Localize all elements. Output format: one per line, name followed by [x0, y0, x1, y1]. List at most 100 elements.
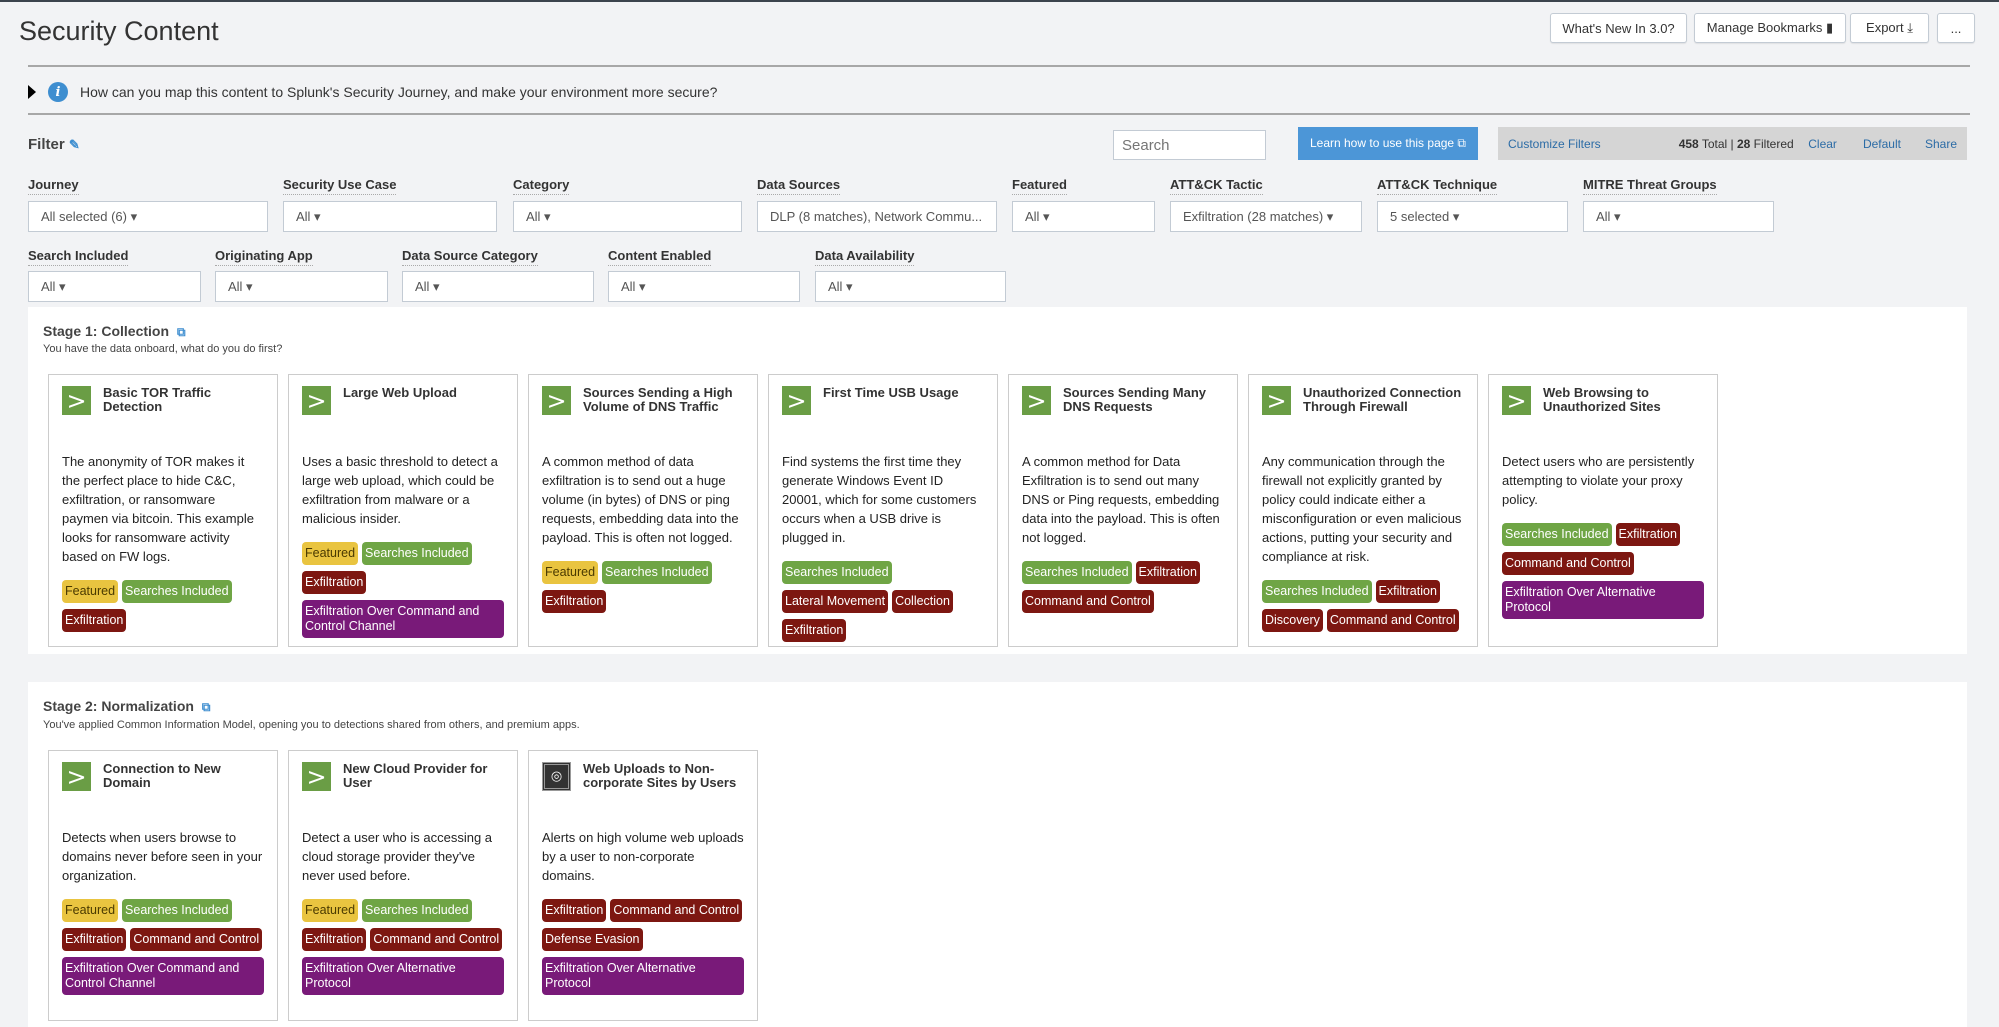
tag-technique[interactable]: Exfiltration Over Command and Control Ch…	[302, 600, 504, 638]
card-title: New Cloud Provider for User	[343, 761, 488, 790]
stage-2-panel: Stage 2: Normalization ⧉ You've applied C…	[28, 682, 1967, 1027]
tag-searches[interactable]: Searches Included	[1022, 561, 1132, 584]
external-link-icon[interactable]: ⧉	[202, 700, 211, 714]
filter-dropdown[interactable]: All selected (6) ▾	[28, 201, 268, 232]
filter-dropdown[interactable]: All ▾	[1583, 201, 1774, 232]
info-icon: i	[48, 82, 68, 102]
share-link[interactable]: Share	[1925, 137, 1957, 151]
content-card[interactable]: ◎ Web Uploads to Non-corporate Sites by U…	[528, 750, 758, 1021]
tag-tactic[interactable]: Exfiltration	[1135, 561, 1200, 584]
tag-searches[interactable]: Searches Included	[122, 899, 232, 922]
tag-tactic[interactable]: Command and Control	[610, 899, 743, 922]
content-card[interactable]: > New Cloud Provider for User Detect a us…	[288, 750, 518, 1021]
tag-tactic[interactable]: Exfiltration	[1375, 580, 1440, 603]
card-description: Any communication through the firewall n…	[1262, 454, 1462, 564]
tag-searches[interactable]: Searches Included	[1502, 523, 1612, 546]
tag-tactic[interactable]: Exfiltration	[782, 619, 847, 642]
tag-searches[interactable]: Searches Included	[602, 561, 712, 584]
tag-searches[interactable]: Searches Included	[362, 899, 472, 922]
filter-dropdown[interactable]: All ▾	[283, 201, 497, 232]
tag-tactic[interactable]: Collection	[892, 590, 953, 613]
chevron-right-icon: >	[782, 386, 811, 415]
filter-dropdown[interactable]: 5 selected ▾	[1377, 201, 1568, 232]
content-card[interactable]: > Web Browsing to Unauthorized Sites Dete…	[1488, 374, 1718, 647]
card-title: Basic TOR Traffic Detection	[103, 385, 212, 414]
tag-tactic[interactable]: Exfiltration	[542, 590, 607, 613]
filter-label: Journey	[28, 177, 79, 195]
filter-dropdown[interactable]: All ▾	[402, 271, 594, 302]
tag-technique[interactable]: Exfiltration Over Alternative Protocol	[542, 957, 744, 995]
tag-featured[interactable]: Featured	[62, 899, 119, 922]
content-card[interactable]: > First Time USB Usage Find systems the f…	[768, 374, 998, 647]
card-description: Detects when users browse to domains nev…	[62, 830, 263, 883]
export-button[interactable]: Export ⤓	[1850, 13, 1929, 43]
chevron-right-icon: >	[1262, 386, 1291, 415]
card-description: Detect a user who is accessing a cloud s…	[302, 830, 493, 883]
chevron-right-icon: >	[62, 386, 91, 415]
manage-bookmarks-button[interactable]: Manage Bookmarks ▮	[1694, 13, 1846, 43]
external-link-icon[interactable]: ⧉	[177, 325, 186, 339]
filter-dropdown[interactable]: All ▾	[28, 271, 201, 302]
filter-dropdown[interactable]: DLP (8 matches), Network Commu...	[757, 201, 997, 232]
tag-tactic[interactable]: Exfiltration	[542, 899, 607, 922]
filter-dropdown[interactable]: All ▾	[1012, 201, 1155, 232]
tag-searches[interactable]: Searches Included	[1262, 580, 1372, 603]
stage-title: Stage 2: Normalization ⧉	[43, 698, 211, 714]
search-input[interactable]	[1113, 130, 1266, 160]
content-card[interactable]: > Sources Sending Many DNS Requests A com…	[1008, 374, 1238, 647]
card-title: Connection to New Domain	[103, 761, 221, 790]
content-card[interactable]: > Basic TOR Traffic Detection The anonymi…	[48, 374, 278, 647]
tag-tactic[interactable]: Exfiltration	[1615, 523, 1680, 546]
tag-tactic[interactable]: Command and Control	[370, 928, 503, 951]
tag-tactic[interactable]: Command and Control	[1022, 590, 1154, 613]
filter-label: ATT&CK Technique	[1377, 177, 1498, 195]
tag-tactic[interactable]: Command and Control	[1502, 552, 1634, 575]
default-link[interactable]: Default	[1863, 137, 1901, 151]
tag-featured[interactable]: Featured	[302, 899, 359, 922]
filter-dropdown[interactable]: All ▾	[215, 271, 388, 302]
card-description: Alerts on high volume web uploads by a u…	[542, 830, 744, 883]
tag-featured[interactable]: Featured	[62, 580, 119, 603]
tag-tactic[interactable]: Exfiltration	[62, 928, 127, 951]
tag-featured[interactable]: Featured	[542, 561, 599, 584]
content-card[interactable]: > Sources Sending a High Volume of DNS Tr…	[528, 374, 758, 647]
tag-tactic[interactable]: Command and Control	[130, 928, 263, 951]
filter-label: ATT&CK Tactic	[1170, 177, 1263, 195]
card-description: The anonymity of TOR makes it the perfec…	[62, 454, 254, 564]
tag-technique[interactable]: Exfiltration Over Alternative Protocol	[1502, 581, 1704, 619]
clear-link[interactable]: Clear	[1808, 137, 1837, 151]
filter-label: Filter	[28, 136, 65, 153]
tag-technique[interactable]: Exfiltration Over Alternative Protocol	[302, 957, 504, 995]
filter-dropdown[interactable]: All ▾	[608, 271, 800, 302]
customize-filters-link[interactable]: Customize Filters	[1508, 137, 1601, 151]
content-card[interactable]: > Unauthorized Connection Through Firewal…	[1248, 374, 1478, 647]
filter-label: Data Availability	[815, 248, 915, 266]
content-card[interactable]: > Large Web Upload Uses a basic threshold…	[288, 374, 518, 647]
filter-dropdown[interactable]: All ▾	[513, 201, 742, 232]
tag-searches[interactable]: Searches Included	[782, 561, 892, 584]
tag-tactic[interactable]: Command and Control	[1326, 609, 1459, 632]
tag-tactic[interactable]: Discovery	[1262, 609, 1323, 632]
tag-tactic[interactable]: Exfiltration	[302, 928, 367, 951]
info-expander[interactable]: i How can you map this content to Splunk…	[28, 82, 717, 102]
filter-dropdown[interactable]: All ▾	[815, 271, 1006, 302]
learn-how-button[interactable]: Learn how to use this page ⧉	[1298, 127, 1478, 160]
tag-featured[interactable]: Featured	[302, 542, 359, 565]
filter-label: Data Source Category	[402, 248, 538, 266]
tag-tactic[interactable]: Defense Evasion	[542, 928, 643, 951]
pencil-icon[interactable]: ✎	[69, 137, 80, 152]
tag-tactic[interactable]: Exfiltration	[62, 609, 127, 632]
more-button[interactable]: ...	[1937, 13, 1975, 43]
whats-new-button[interactable]: What's New In 3.0?	[1550, 13, 1687, 43]
tag-technique[interactable]: Exfiltration Over Command and Control Ch…	[62, 957, 264, 995]
card-description: A common method for Data Exfiltration is…	[1022, 454, 1220, 545]
filter-heading: Filter ✎	[28, 136, 80, 153]
tag-tactic[interactable]: Exfiltration	[302, 571, 367, 594]
tag-searches[interactable]: Searches Included	[122, 580, 232, 603]
content-card[interactable]: > Connection to New Domain Detects when u…	[48, 750, 278, 1021]
tag-searches[interactable]: Searches Included	[362, 542, 472, 565]
expand-triangle-icon[interactable]	[28, 85, 36, 99]
tag-tactic[interactable]: Lateral Movement	[782, 590, 889, 613]
filter-dropdown[interactable]: Exfiltration (28 matches) ▾	[1170, 201, 1362, 232]
card-title: Sources Sending a High Volume of DNS Tra…	[583, 385, 733, 414]
